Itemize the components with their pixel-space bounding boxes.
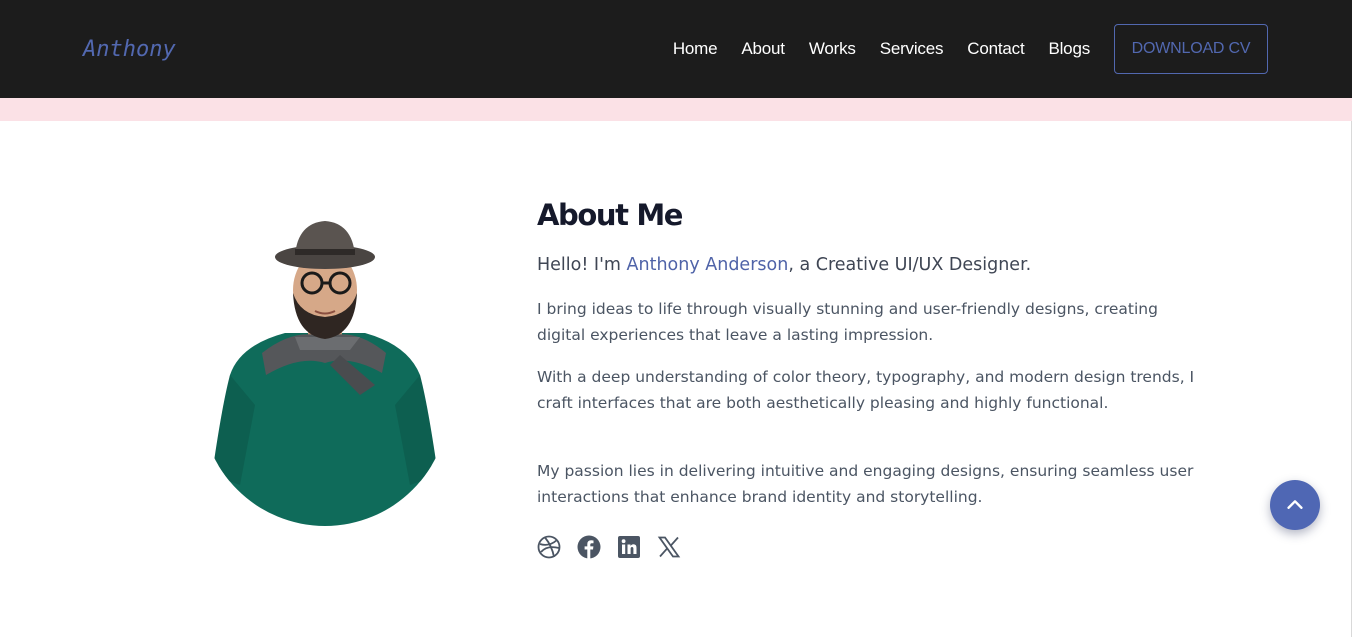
download-cv-button[interactable]: DOWNLOAD CV [1114,24,1268,74]
about-paragraph: My passion lies in delivering intuitive … [537,462,1194,506]
about-paragraph: I bring ideas to life through visually s… [537,300,1158,344]
x-icon[interactable] [657,535,681,559]
nav-link-home[interactable]: Home [673,39,718,58]
scroll-to-top-button[interactable] [1270,480,1320,530]
chevron-up-icon [1287,500,1303,509]
nav-item-contact: Contact [967,39,1024,59]
nav-item-blogs: Blogs [1048,39,1090,59]
brand-logo[interactable]: Anthony [83,37,176,62]
nav-item-services: Services [880,39,944,59]
dribbble-icon[interactable] [537,535,561,559]
nav-link-blogs[interactable]: Blogs [1048,39,1090,58]
nav-link-works[interactable]: Works [809,39,856,58]
profile-photo-illustration [210,221,440,526]
intro-suffix: , a Creative UI/UX Designer. [788,255,1032,275]
intro-prefix: Hello! I'm [537,255,627,275]
about-paragraph: With a deep understanding of color theor… [537,368,1195,412]
nav-link-contact[interactable]: Contact [967,39,1024,58]
hero-bottom-strip [0,98,1352,121]
section-title: About Me [537,198,683,232]
profile-photo [200,205,450,527]
linkedin-icon[interactable] [617,535,641,559]
intro-name: Anthony Anderson [626,255,789,275]
nav-menu: Home About Works Services Contact Blogs [673,39,1090,59]
nav-link-about[interactable]: About [741,39,785,58]
social-links [537,535,697,559]
nav-item-home: Home [673,39,718,59]
nav-link-services[interactable]: Services [880,39,944,58]
navbar: Anthony Home About Works Services Contac… [0,0,1352,98]
intro-line: Hello! I'm Anthony Anderson, a Creative … [537,255,1031,275]
nav-item-about: About [741,39,785,59]
facebook-icon[interactable] [577,535,601,559]
nav-item-works: Works [809,39,856,59]
